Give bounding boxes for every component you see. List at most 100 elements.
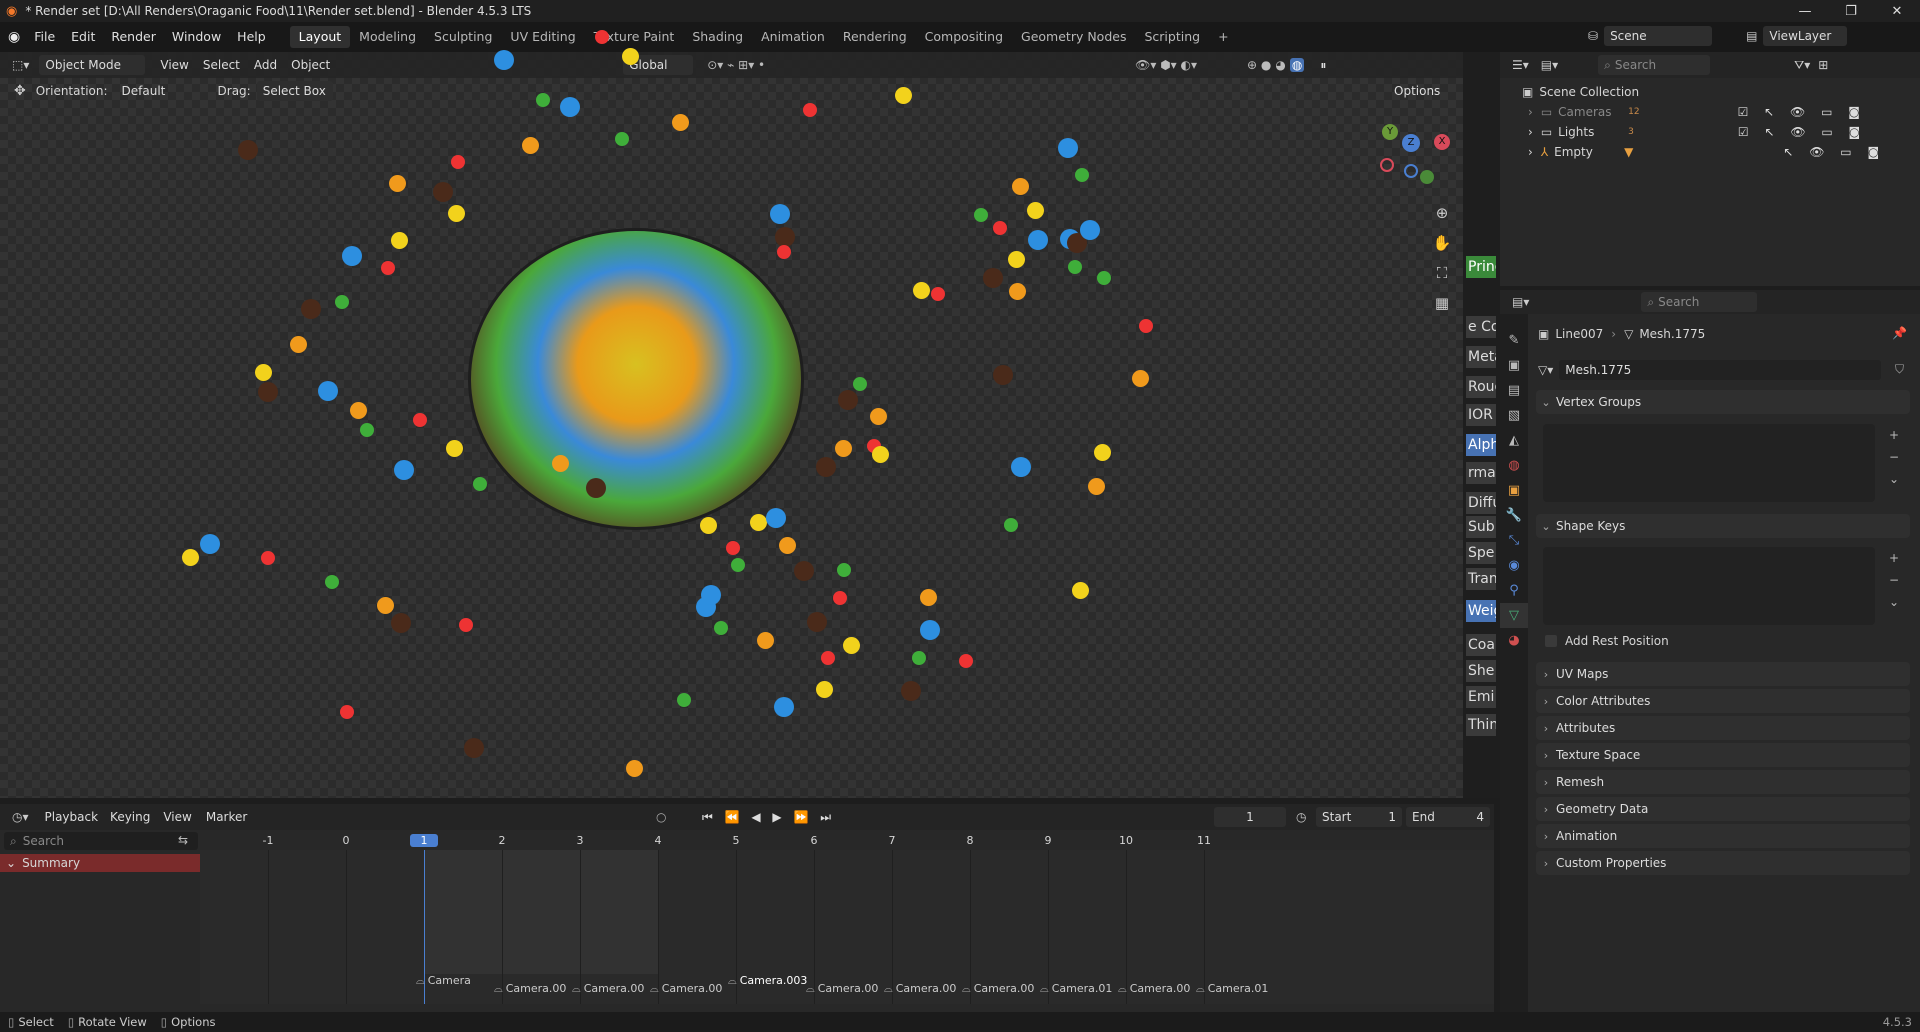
panel-animation[interactable]: › Animation [1536, 824, 1910, 848]
timeline-view-menu[interactable]: View [156, 810, 198, 824]
timeline-search[interactable]: ⌕ Search [4, 832, 198, 850]
particles-tab-icon[interactable]: ⤡ [1500, 528, 1528, 553]
drag-selector[interactable]: Select Box [256, 81, 333, 101]
timeline-editor-icon[interactable]: ◷▾ [12, 810, 29, 824]
world-tab-icon[interactable]: ◍ [1500, 453, 1528, 478]
menu-render[interactable]: Render [103, 25, 164, 49]
grid-perspective-icon[interactable]: ▦ [1430, 288, 1454, 318]
scene-selector[interactable]: Scene [1604, 26, 1713, 46]
camera-marker[interactable]: ⌓ Camera.01 [1196, 982, 1268, 996]
mesh-name-field[interactable]: Mesh.1775 [1559, 360, 1882, 380]
node-sidebar-tab[interactable]: Alph [1466, 434, 1496, 456]
add-icon[interactable]: + [1884, 547, 1904, 569]
camera-marker[interactable]: ⌓ Camera.00 [494, 982, 566, 996]
shading-solid-icon[interactable]: ⊕ ● [1247, 58, 1271, 72]
tab-animation[interactable]: Animation [752, 26, 834, 48]
gizmo-neg-x-icon[interactable] [1380, 158, 1394, 172]
panel-custom-properties[interactable]: › Custom Properties [1536, 851, 1910, 875]
new-collection-icon[interactable]: ⊞ [1818, 58, 1828, 72]
output-tab-icon[interactable]: ▤ [1500, 378, 1528, 403]
expand-icon[interactable]: › [1528, 125, 1533, 139]
viewport-menu-object[interactable]: Object [284, 58, 337, 72]
panel-geometry-data[interactable]: › Geometry Data [1536, 797, 1910, 821]
viewport-menu-add[interactable]: Add [247, 58, 284, 72]
gizmo-z-icon[interactable]: Z [1402, 134, 1420, 152]
camera-view-icon[interactable]: ⛶ [1430, 258, 1454, 288]
add-icon[interactable]: + [1884, 424, 1904, 446]
panel-color-attributes[interactable]: › Color Attributes [1536, 689, 1910, 713]
node-sidebar-tab[interactable]: Weig [1466, 600, 1496, 622]
viewport-menu-view[interactable]: View [153, 58, 195, 72]
remove-icon[interactable]: − [1884, 446, 1904, 468]
node-sidebar-tab[interactable]: rmal [1466, 462, 1496, 484]
camera-marker[interactable]: ⌓ Camera.003 [728, 974, 807, 988]
overlay-icons[interactable]: 👁▾ ⬢▾ ◐▾ [1135, 58, 1197, 72]
editor-type-icon[interactable]: ⬚▾ [12, 58, 29, 72]
playback-controls[interactable]: ⏮ ⏪ ◀ ▶ ⏩ ⏭ [702, 810, 835, 825]
add-rest-position-checkbox[interactable] [1545, 635, 1557, 647]
properties-editor-icon[interactable]: ▤▾ [1512, 295, 1529, 309]
viewlayer-selector[interactable]: ViewLayer [1763, 26, 1848, 46]
shading-material-icon[interactable]: ◕ [1275, 58, 1285, 72]
outliner-row-cameras[interactable]: › ▭ Cameras 12 ☑ ↖ 👁 ▭ ◙ [1500, 102, 1920, 122]
node-sidebar-tab[interactable]: Spe [1466, 542, 1496, 564]
3d-viewport[interactable]: ⬚▾ Object Mode View Select Add Object Gl… [0, 30, 1463, 798]
panel-vertex-groups[interactable]: ⌄ Vertex Groups [1536, 390, 1910, 414]
camera-marker[interactable]: ⌓ Camera.00 [962, 982, 1034, 996]
tab-shading[interactable]: Shading [683, 26, 752, 48]
tab-layout[interactable]: Layout [289, 26, 351, 48]
panel-attributes[interactable]: › Attributes [1536, 716, 1910, 740]
outliner-row-empty[interactable]: › ⅄ Empty ▼ ↖ 👁 ▭ ◙ [1500, 142, 1920, 162]
menu-help[interactable]: Help [229, 25, 274, 49]
pin-icon[interactable]: 📌 [1892, 326, 1907, 340]
tab-rendering[interactable]: Rendering [834, 26, 916, 48]
menu-file[interactable]: File [26, 25, 63, 49]
playback-menu[interactable]: Playback [39, 807, 105, 827]
add-rest-position-row[interactable]: Add Rest Position [1545, 632, 1669, 650]
expand-icon[interactable]: › [1528, 145, 1533, 159]
camera-marker[interactable]: ⌓ Camera.00 [1118, 982, 1190, 996]
camera-marker[interactable]: ⌓ Camera.01 [1040, 982, 1112, 996]
keying-menu[interactable]: Keying [104, 807, 156, 827]
filter-icon[interactable]: ⛛▾ [1794, 58, 1810, 73]
node-sidebar-tab[interactable]: Tran [1466, 568, 1496, 590]
panel-texture-space[interactable]: › Texture Space [1536, 743, 1910, 767]
expand-icon[interactable]: › [1528, 105, 1533, 119]
marker-menu[interactable]: Marker [199, 810, 254, 824]
camera-marker[interactable]: ⌓ Camera.00 [884, 982, 956, 996]
gizmo-neg-z-icon[interactable] [1404, 164, 1418, 178]
object-tab-icon[interactable]: ▣ [1500, 478, 1528, 503]
camera-marker[interactable]: ⌓ Camera.00 [806, 982, 878, 996]
node-sidebar-tab[interactable]: Coa [1466, 634, 1496, 656]
swap-icon[interactable]: ⇆ [178, 833, 188, 847]
outliner-search[interactable]: ⌕ Search [1598, 55, 1711, 75]
menu-edit[interactable]: Edit [63, 25, 103, 49]
tab-sculpting[interactable]: Sculpting [425, 26, 501, 48]
outliner-editor-icon[interactable]: ☰▾ [1512, 58, 1529, 72]
panel-uv-maps[interactable]: › UV Maps [1536, 662, 1910, 686]
maximize-button[interactable]: ❐ [1828, 0, 1874, 22]
visibility-toggles[interactable]: ☑ ↖ 👁 ▭ ◙ [1738, 105, 1866, 119]
menu-chevron-icon[interactable]: ⌄ [1884, 468, 1904, 490]
view-layer-tab-icon[interactable]: ▧ [1500, 403, 1528, 428]
clock-icon[interactable]: ◷ [1296, 810, 1306, 824]
summary-channel[interactable]: ⌄ Summary [0, 854, 200, 872]
current-frame-field[interactable]: 1 [1214, 807, 1286, 827]
viewport-menu-select[interactable]: Select [196, 58, 247, 72]
fake-user-shield-icon[interactable]: ⛉ [1895, 362, 1904, 377]
visibility-toggles[interactable]: ☑ ↖ 👁 ▭ ◙ [1738, 125, 1866, 139]
tab-scripting[interactable]: Scripting [1135, 26, 1209, 48]
outliner-row-lights[interactable]: › ▭ Lights 3 ☑ ↖ 👁 ▭ ◙ [1500, 122, 1920, 142]
node-sidebar-tab[interactable]: IOR [1466, 404, 1496, 426]
menu-chevron-icon[interactable]: ⌄ [1884, 591, 1904, 613]
render-tab-icon[interactable]: ▣ [1500, 353, 1528, 378]
constraints-tab-icon[interactable]: ⚲ [1500, 578, 1528, 603]
camera-marker[interactable]: ⌓ Camera.00 [572, 982, 644, 996]
options-button[interactable]: Options [1388, 81, 1450, 101]
node-sidebar-tab[interactable]: She [1466, 660, 1496, 682]
pause-icon[interactable]: ⏸ [1320, 58, 1326, 73]
scene-collection-label[interactable]: Scene Collection [1539, 85, 1639, 99]
node-sidebar-tab[interactable]: Roug [1466, 376, 1496, 398]
orientation-selector[interactable]: Default [116, 81, 210, 101]
camera-marker[interactable]: ⌓ Camera [416, 974, 471, 988]
